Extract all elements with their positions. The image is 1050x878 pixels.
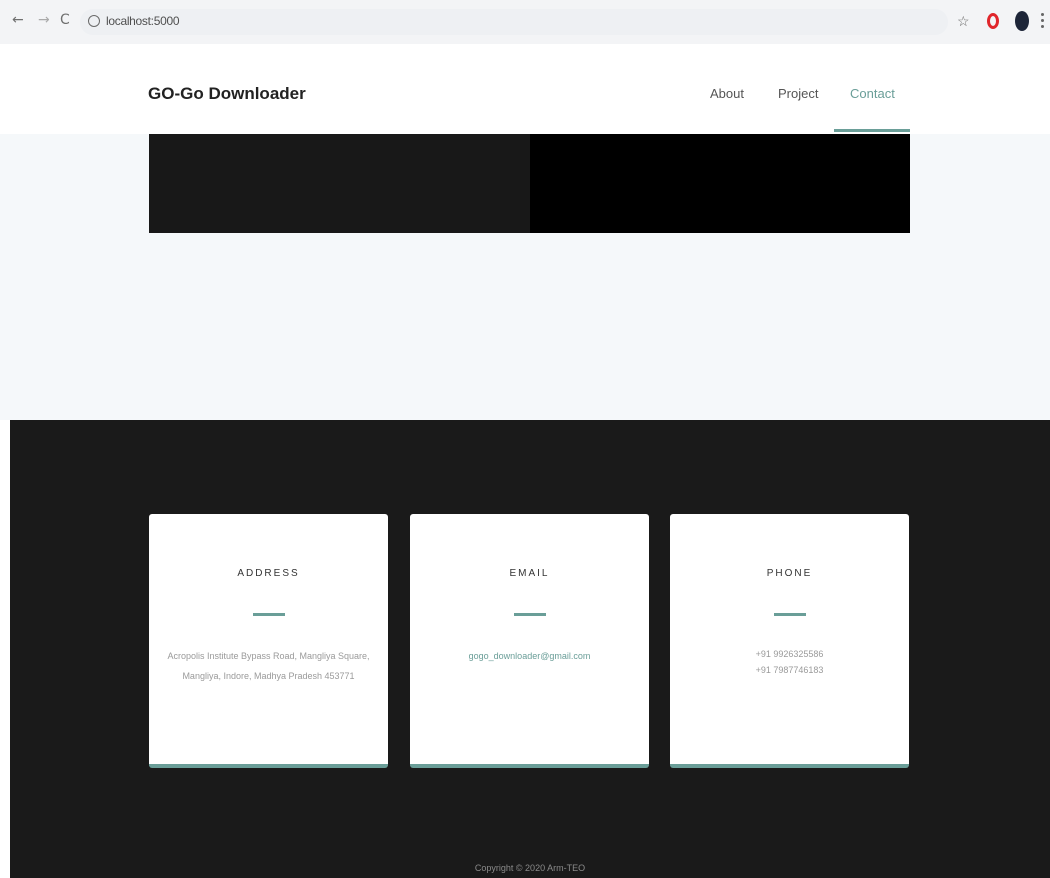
- phone-number-2[interactable]: +91 7987746183: [686, 662, 893, 678]
- active-nav-indicator: [834, 129, 910, 132]
- address-card: ADDRESS Acropolis Institute Bypass Road,…: [149, 514, 388, 768]
- nav-link-about[interactable]: About: [710, 86, 744, 101]
- copyright-text: Copyright © 2020 Arm-TEO: [474, 863, 586, 873]
- browser-menu-icon[interactable]: [1041, 13, 1044, 29]
- card-title: EMAIL: [509, 568, 550, 579]
- address-bar[interactable]: localhost:5000: [80, 9, 948, 35]
- info-icon[interactable]: [88, 15, 100, 27]
- opera-extension-icon[interactable]: [987, 13, 999, 29]
- back-button[interactable]: ←: [12, 12, 24, 28]
- forward-button[interactable]: →: [38, 12, 50, 28]
- phone-number-1[interactable]: +91 9926325586: [686, 646, 893, 662]
- email-link[interactable]: gogo_downloader@gmail.com: [426, 646, 633, 666]
- card-title: PHONE: [766, 568, 813, 579]
- phone-card: PHONE +91 9926325586 +91 7987746183: [670, 514, 909, 768]
- phone-numbers: +91 9926325586 +91 7987746183: [686, 646, 893, 678]
- content-section: [0, 134, 1050, 420]
- reload-button[interactable]: C: [60, 12, 70, 28]
- contact-section: ADDRESS Acropolis Institute Bypass Road,…: [10, 420, 1050, 878]
- address-url[interactable]: localhost:5000: [106, 14, 180, 28]
- nav-link-project[interactable]: Project: [778, 86, 818, 101]
- nav-link-contact[interactable]: Contact: [850, 86, 895, 101]
- profile-avatar[interactable]: [1015, 11, 1029, 31]
- email-card: EMAIL gogo_downloader@gmail.com: [410, 514, 649, 768]
- banner-image-right: [530, 134, 910, 233]
- banner-image-left: [149, 134, 530, 233]
- browser-toolbar: ← → C localhost:5000 ☆: [0, 0, 1050, 44]
- card-divider: [252, 613, 285, 616]
- site-navbar: GO-Go Downloader About Project Contact: [0, 52, 1050, 134]
- bookmark-star-icon[interactable]: ☆: [957, 13, 970, 29]
- address-text: Acropolis Institute Bypass Road, Mangliy…: [167, 651, 370, 681]
- card-title: ADDRESS: [237, 568, 300, 579]
- card-divider: [773, 613, 806, 616]
- brand-logo[interactable]: GO-Go Downloader: [148, 84, 306, 104]
- card-divider: [513, 613, 546, 616]
